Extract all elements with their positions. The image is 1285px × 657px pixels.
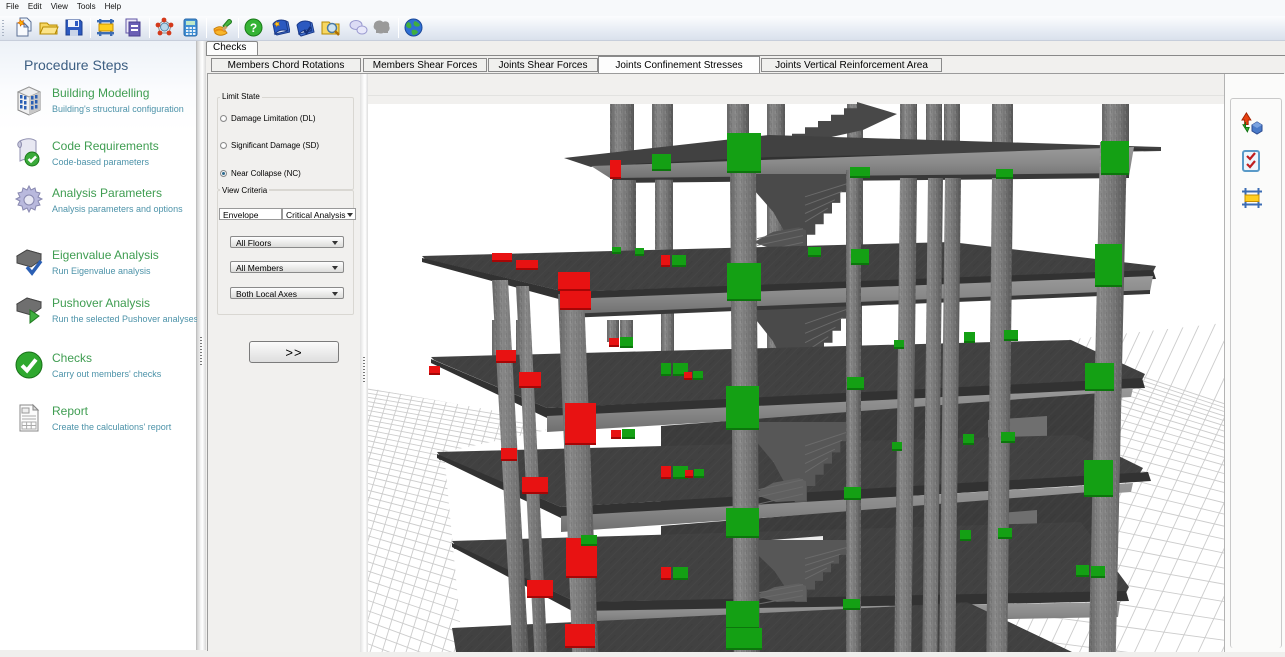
svg-text:?: ? [250, 21, 257, 35]
